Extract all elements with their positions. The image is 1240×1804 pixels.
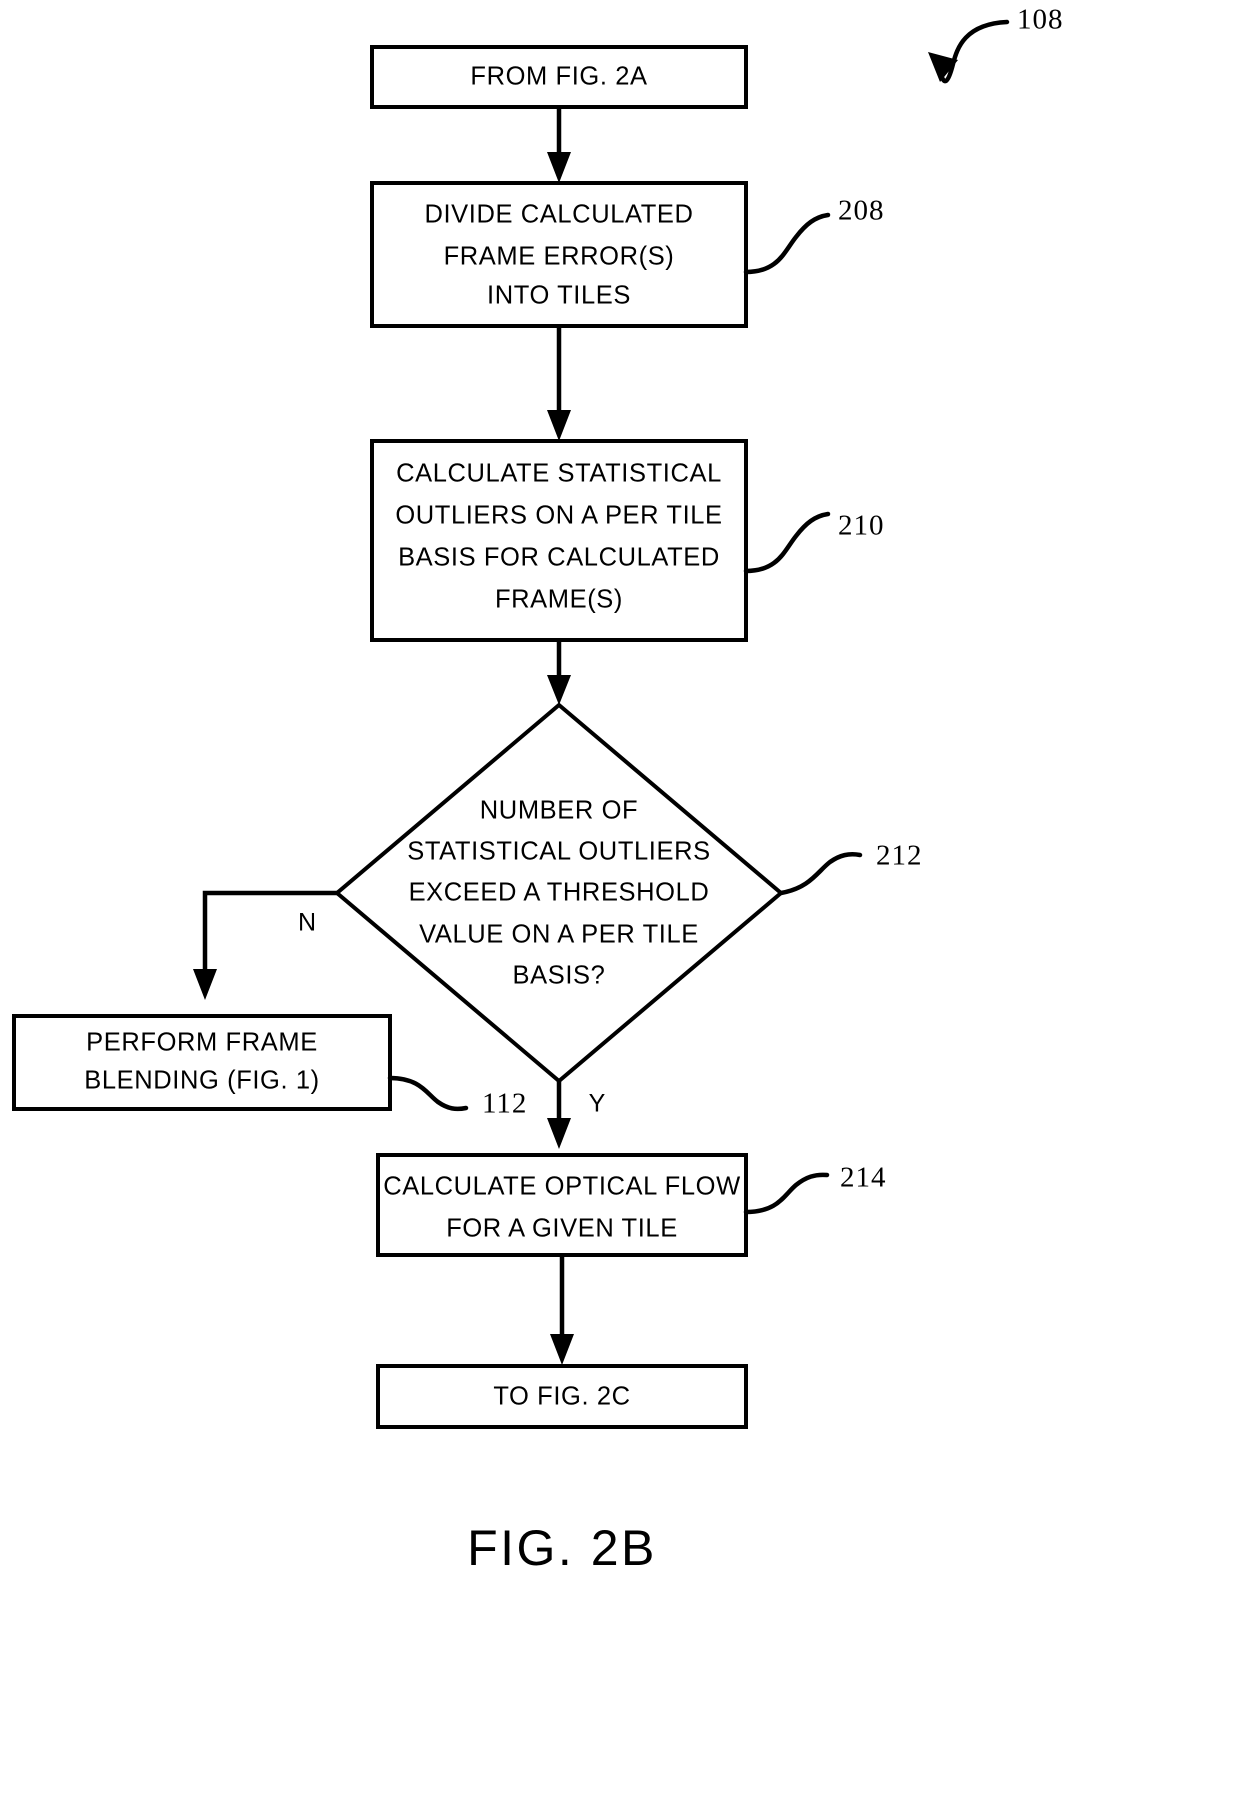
reference-212: 212 (778, 840, 923, 896)
decision-label-line-2: STATISTICAL OUTLIERS (407, 838, 710, 866)
outliers-box-label-line-3: BASIS FOR CALCULATED (398, 544, 720, 572)
reference-212-label: 212 (876, 840, 923, 872)
reference-210: 210 (743, 510, 885, 574)
reference-210-leader-line (743, 511, 831, 574)
reference-210-label: 210 (838, 510, 885, 542)
decision-label-line-5: BASIS? (513, 962, 606, 990)
node-calculate-optical-flow: CALCULATE OPTICAL FLOW FOR A GIVEN TILE (376, 1153, 748, 1257)
connector-decision-no-path (202, 890, 337, 978)
branch-label-yes: Y (589, 1090, 606, 1118)
reference-208: 208 (743, 195, 885, 275)
sheet-reference-label: 108 (1017, 4, 1064, 36)
sheet-reference-leader-line (937, 19, 1010, 84)
connector-decision-yes-to-optical-flow: Y (547, 1081, 606, 1149)
reference-208-label: 208 (838, 195, 885, 227)
decision-label-line-4: VALUE ON A PER TILE (419, 921, 699, 949)
branch-label-no: N (298, 909, 316, 937)
divide-box-label-line-3: INTO TILES (487, 282, 631, 310)
reference-112: 112 (387, 1075, 527, 1120)
figure-page: 108 FROM FIG. 2A DIVIDE CALCULATED FRAME… (0, 0, 1240, 1804)
outliers-box-label-line-4: FRAME(S) (495, 586, 623, 614)
connector-decision-yes-arrowhead (547, 1118, 571, 1149)
connector-outliers-to-decision-arrowhead (547, 675, 571, 705)
blending-box-label-line-1: PERFORM FRAME (86, 1029, 318, 1057)
reference-212-leader-line (778, 852, 863, 896)
connector-optical-flow-to-exit-arrowhead (550, 1334, 574, 1365)
node-calculate-statistical-outliers: CALCULATE STATISTICAL OUTLIERS ON A PER … (370, 439, 748, 642)
entry-box-label-line-1: FROM FIG. 2A (470, 63, 647, 91)
node-perform-frame-blending: PERFORM FRAME BLENDING (FIG. 1) (12, 1014, 392, 1111)
node-decision-outliers-exceed-threshold: NUMBER OF STATISTICAL OUTLIERS EXCEED A … (333, 702, 785, 1084)
divide-box-label-line-1: DIVIDE CALCULATED (424, 201, 693, 229)
sheet-reference-108: 108 (928, 4, 1064, 84)
blending-box-label-line-2: BLENDING (FIG. 1) (84, 1067, 319, 1095)
reference-112-label: 112 (482, 1088, 527, 1120)
reference-214-leader-line (743, 1172, 830, 1215)
node-divide-frame-errors: DIVIDE CALCULATED FRAME ERROR(S) INTO TI… (370, 181, 748, 328)
outliers-box-label-line-2: OUTLIERS ON A PER TILE (395, 502, 722, 530)
node-exit-to-fig-2c: TO FIG. 2C (376, 1364, 748, 1429)
connector-entry-to-divide-arrowhead (547, 152, 571, 183)
optical-flow-box-label-line-1: CALCULATE OPTICAL FLOW (383, 1173, 741, 1201)
flowchart-canvas: 108 FROM FIG. 2A DIVIDE CALCULATED FRAME… (12, 4, 1064, 1576)
connector-entry-to-divide (547, 107, 571, 183)
connector-decision-no-to-blending: N (193, 890, 337, 1000)
reference-112-leader-line (387, 1075, 469, 1112)
connector-decision-no-arrowhead (193, 969, 217, 1000)
connector-divide-to-outliers (547, 326, 571, 441)
connector-optical-flow-to-exit (550, 1255, 574, 1365)
decision-label-line-3: EXCEED A THRESHOLD (409, 879, 710, 907)
reference-214: 214 (743, 1162, 887, 1215)
divide-box-label-line-2: FRAME ERROR(S) (444, 243, 675, 271)
figure-caption: FIG. 2B (467, 1520, 657, 1576)
outliers-box-label-line-1: CALCULATE STATISTICAL (396, 460, 722, 488)
node-entry-from-fig-2a: FROM FIG. 2A (370, 45, 748, 109)
optical-flow-box-label-line-2: FOR A GIVEN TILE (446, 1215, 678, 1243)
reference-214-label: 214 (840, 1162, 887, 1194)
decision-label-line-1: NUMBER OF (480, 797, 638, 825)
connector-divide-to-outliers-arrowhead (547, 410, 571, 441)
connector-outliers-to-decision (547, 640, 571, 705)
reference-208-leader-line (743, 212, 831, 275)
exit-box-label-line-1: TO FIG. 2C (493, 1383, 630, 1411)
